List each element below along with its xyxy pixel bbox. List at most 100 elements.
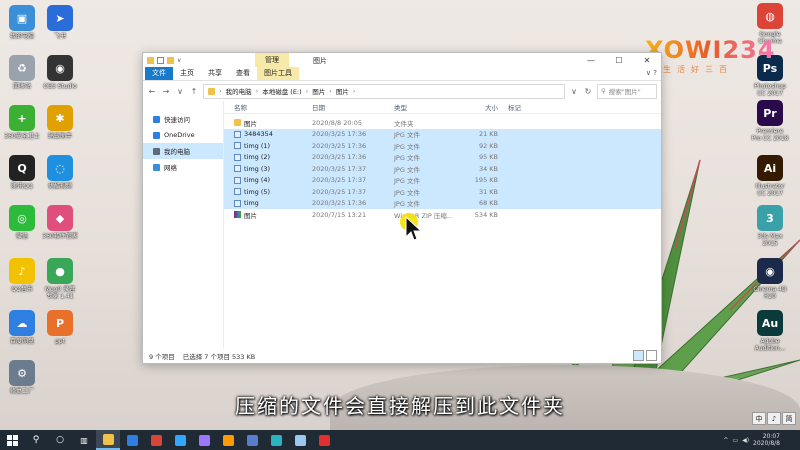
properties-icon[interactable] <box>157 56 164 64</box>
search-button[interactable]: ⚲ <box>24 430 48 450</box>
file-size: 34 KB <box>478 164 498 173</box>
taskbar-app-explorer[interactable] <box>96 430 120 450</box>
file-size: 534 KB <box>474 210 498 219</box>
address-dropdown-icon[interactable]: ∨ <box>569 87 579 96</box>
taskbar-app-3dsmax[interactable] <box>264 430 288 450</box>
taskbar-app-photoshop[interactable] <box>168 430 192 450</box>
file-row[interactable]: timg 2020/3/25 17:36 JPG 文件 68 KB <box>224 197 661 209</box>
search-box[interactable]: ⚲ 搜索"图片" <box>597 83 657 99</box>
cortana-icon: ○ <box>56 435 64 445</box>
network-icon[interactable]: ▭ <box>732 437 738 444</box>
cortana-button[interactable]: ○ <box>48 430 72 450</box>
file-row[interactable]: timg (1) 2020/3/25 17:36 JPG 文件 92 KB <box>224 140 661 152</box>
tray-chevron-icon[interactable]: ^ <box>723 437 728 444</box>
computer-icon <box>153 147 160 155</box>
explorer-icon <box>102 433 114 445</box>
file-row[interactable]: 图片 2020/7/15 13:21 WinRAR ZIP 压缩... 534 KB <box>224 209 661 221</box>
forward-icon[interactable]: → <box>161 87 171 96</box>
file-date: 2020/3/25 17:36 <box>312 141 367 150</box>
taskbar-app-chrome[interactable] <box>144 430 168 450</box>
file-row[interactable]: timg (5) 2020/3/25 17:37 JPG 文件 31 KB <box>224 186 661 198</box>
refresh-icon[interactable]: ↻ <box>583 87 593 96</box>
premiere-icon <box>198 434 210 446</box>
file-row[interactable]: timg (2) 2020/3/25 17:36 JPG 文件 95 KB <box>224 151 661 163</box>
nav-item[interactable]: 我的电脑 <box>143 143 223 159</box>
desktop-shortcut[interactable]: ➤ 飞书 <box>38 5 82 40</box>
taskbar-app-cinema4d[interactable] <box>240 430 264 450</box>
desktop-shortcut[interactable]: Pr Premiere Pro CC 2018 <box>748 100 792 142</box>
recent-chevron-icon[interactable]: ∨ <box>175 87 185 96</box>
breadcrumb-item[interactable]: 本地磁盘 (E:) <box>262 86 301 96</box>
file-row[interactable]: 3484354 2020/3/25 17:36 JPG 文件 21 KB <box>224 128 661 140</box>
file-name: timg (3) <box>244 164 271 173</box>
nav-item[interactable]: 快速访问 <box>143 111 223 127</box>
volume-icon[interactable]: ◀) <box>742 437 749 444</box>
tab-view[interactable]: 查看 <box>229 67 257 80</box>
close-button[interactable]: ✕ <box>633 53 661 67</box>
column-type[interactable]: 类型 <box>394 102 456 112</box>
expand-ribbon-icon[interactable]: ∨ ? <box>642 67 661 80</box>
breadcrumb-item[interactable]: 我的电脑 <box>226 86 252 96</box>
mouse-cursor-icon <box>400 213 423 241</box>
ime-mode[interactable]: ♪ <box>767 412 781 425</box>
back-icon[interactable]: ← <box>147 87 157 96</box>
ime-toolbar[interactable]: 中 ♪ 简 <box>752 412 796 425</box>
tab-file[interactable]: 文件 <box>145 67 173 80</box>
tab-share[interactable]: 共享 <box>201 67 229 80</box>
illustrator-icon: Ai <box>757 155 783 181</box>
desktop-shortcut[interactable]: Pppt <box>38 310 82 345</box>
large-icons-view-icon[interactable] <box>646 350 657 361</box>
tab-manage-context[interactable]: 管理 <box>255 53 289 67</box>
file-row[interactable]: 图片 2020/8/8 20:05 文件夹 <box>224 117 661 129</box>
column-date[interactable]: 日期 <box>312 102 394 112</box>
new-folder-icon[interactable] <box>167 56 174 64</box>
file-date: 2020/3/25 17:37 <box>312 176 367 185</box>
minimize-button[interactable]: — <box>577 53 605 67</box>
details-view-icon[interactable] <box>633 350 644 361</box>
navigation-pane: 快速访问 OneDrive 我的电脑 网络 <box>143 101 224 349</box>
taskbar-app-cloud[interactable] <box>288 430 312 450</box>
desktop-shortcut[interactable]: ◉ Cinema 4D R20 <box>748 258 792 300</box>
desktop-shortcut[interactable]: Au Adobe Audition... <box>748 310 792 352</box>
taskbar-app-recorder[interactable] <box>312 430 336 450</box>
maximize-button[interactable]: ☐ <box>605 53 633 67</box>
address-bar[interactable]: › 我的电脑 › 本地磁盘 (E:) › 图片 › 图片 › <box>203 83 565 99</box>
security-guard-icon: + <box>9 105 35 131</box>
taskbar-app-media[interactable] <box>120 430 144 450</box>
breadcrumb-item[interactable]: 图片 <box>312 86 325 96</box>
file-explorer-window[interactable]: ∨ 管理 图片 — ☐ ✕ 文件 主页 共享 查看 图片工具 ∨ ? ← → ∨… <box>142 52 662 364</box>
task-view-button[interactable]: ▥ <box>72 430 96 450</box>
desktop-shortcut[interactable]: ● Moo0 录音 专家 1.41 <box>38 258 82 300</box>
tab-picture-tools[interactable]: 图片工具 <box>257 67 299 80</box>
ime-script[interactable]: 简 <box>782 412 796 425</box>
nav-item[interactable]: 网络 <box>143 159 223 175</box>
desktop-shortcut[interactable]: ◌ 优酷视频 <box>38 155 82 190</box>
file-row[interactable]: timg (3) 2020/3/25 17:37 JPG 文件 34 KB <box>224 163 661 175</box>
clock[interactable]: 20:07 2020/8/8 <box>753 433 780 447</box>
tab-home[interactable]: 主页 <box>173 67 201 80</box>
file-type: JPG 文件 <box>394 142 420 151</box>
file-list[interactable]: 名称 日期 类型 大小 标记 图片 2020/8/8 20:05 文件夹 348435… <box>224 101 661 349</box>
title-bar[interactable]: ∨ 管理 图片 — ☐ ✕ <box>143 53 661 67</box>
desktop-shortcut-label: 蚂蚁助手 <box>47 133 72 140</box>
chevron-down-icon[interactable]: ∨ <box>177 57 184 64</box>
column-size[interactable]: 大小 <box>456 102 498 112</box>
desktop-shortcut[interactable]: ◆ 360软件管家 <box>38 205 82 240</box>
start-button[interactable] <box>0 430 24 450</box>
file-row[interactable]: timg (4) 2020/3/25 17:37 JPG 文件 195 KB <box>224 174 661 186</box>
address-row: ← → ∨ ↑ › 我的电脑 › 本地磁盘 (E:) › 图片 › 图片 › ∨… <box>143 81 661 101</box>
taskbar-app-premiere[interactable] <box>192 430 216 450</box>
desktop-shortcut[interactable]: ✱ 蚂蚁助手 <box>38 105 82 140</box>
desktop-shortcut[interactable]: Ai Illustrator CC 2017 <box>748 155 792 197</box>
up-icon[interactable]: ↑ <box>189 87 199 96</box>
column-tags[interactable]: 标记 <box>498 102 558 112</box>
desktop-shortcut-label: Adobe Audition... <box>754 338 786 352</box>
ime-language[interactable]: 中 <box>752 412 766 425</box>
image-file-icon <box>234 153 241 161</box>
desktop-shortcut[interactable]: ◉ OBS Studio <box>38 55 82 90</box>
column-name[interactable]: 名称 <box>234 102 312 112</box>
nav-item[interactable]: OneDrive <box>143 127 223 143</box>
breadcrumb-item[interactable]: 图片 <box>336 86 349 96</box>
desktop-shortcut[interactable]: 3 3ds Max 2015 <box>748 205 792 247</box>
taskbar-app-illustrator[interactable] <box>216 430 240 450</box>
